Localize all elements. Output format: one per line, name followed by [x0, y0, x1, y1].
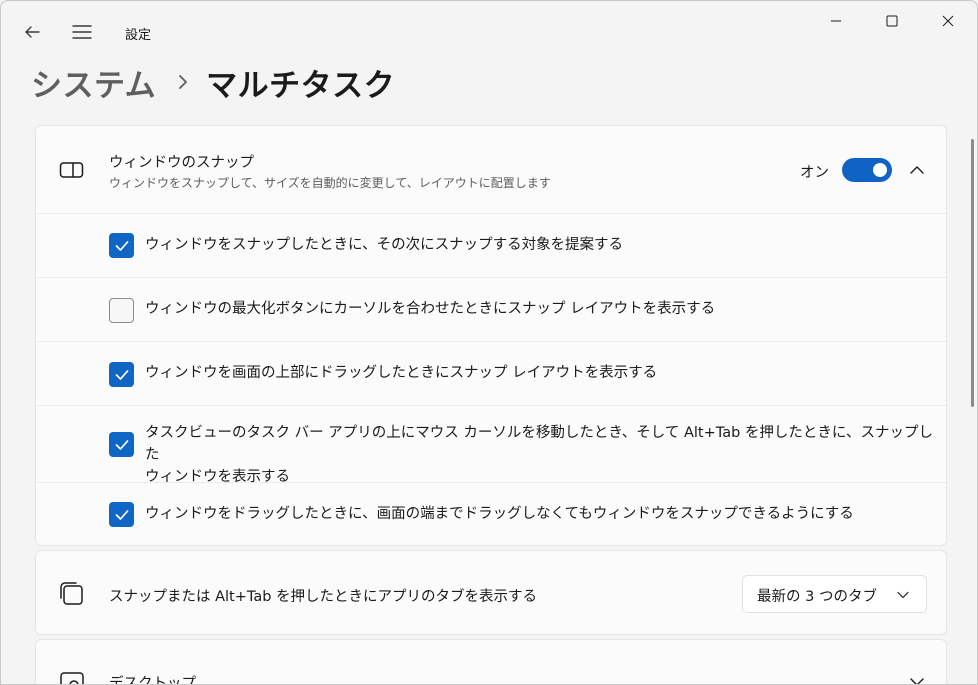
title-bar: 設定: [1, 1, 977, 63]
expand-button[interactable]: [905, 670, 929, 684]
back-arrow-icon: [25, 26, 40, 38]
checkbox[interactable]: [109, 502, 134, 527]
chevron-right-icon: [178, 74, 188, 90]
chevron-down-icon: [910, 678, 924, 684]
snap-windows-description: ウィンドウをスナップして、サイズを自動的に変更して、レイアウトに配置します: [109, 176, 551, 190]
checkbox-label-line-1: タスクビューのタスク バー アプリの上にマウス カーソルを移動したとき、そして …: [145, 425, 933, 463]
snap-windows-title: ウィンドウのスナップ: [109, 155, 254, 171]
page-title: マルチタスク: [206, 67, 396, 104]
snap-layout-icon: [58, 156, 86, 184]
close-button[interactable]: [919, 1, 977, 41]
desktop-icon: [58, 668, 86, 684]
snap-windows-toggle[interactable]: [842, 158, 892, 182]
checkbox-label: ウィンドウをドラッグしたときに、画面の端までドラッグしなくてもウィンドウをスナッ…: [145, 506, 854, 522]
snap-option-maximize-hover[interactable]: ウィンドウの最大化ボタンにカーソルを合わせたときにスナップ レイアウトを表示する: [36, 277, 946, 341]
snap-toggle-state-label: オン: [800, 165, 829, 181]
checkmark-icon: [115, 439, 128, 450]
snap-windows-header[interactable]: ウィンドウのスナップ ウィンドウをスナップして、サイズを自動的に変更して、レイア…: [36, 126, 946, 213]
minimize-icon: [831, 20, 841, 22]
back-button[interactable]: [15, 15, 49, 49]
desktops-title: デスクトップ: [109, 676, 196, 685]
breadcrumb: システム マルチタスク: [31, 59, 395, 105]
app-tabs-icon: [58, 580, 86, 608]
navigation-menu-button[interactable]: [65, 15, 99, 49]
app-title: 設定: [125, 28, 152, 43]
checkmark-icon: [115, 369, 128, 380]
dropdown-selected-value: 最新の 3 つのタブ: [757, 589, 877, 605]
chevron-up-icon: [910, 166, 924, 174]
maximize-icon: [886, 15, 898, 27]
alt-tab-title: スナップまたは Alt+Tab を押したときにアプリのタブを表示する: [109, 589, 538, 605]
desktops-card[interactable]: デスクトップ: [35, 639, 947, 685]
maximize-button[interactable]: [863, 1, 921, 41]
checkmark-icon: [115, 240, 128, 251]
close-icon: [942, 15, 954, 27]
vertical-scrollbar[interactable]: [971, 139, 974, 407]
collapse-button[interactable]: [905, 158, 929, 182]
chevron-down-icon: [893, 585, 913, 605]
toggle-knob: [873, 163, 887, 177]
snap-option-drag-top[interactable]: ウィンドウを画面の上部にドラッグしたときにスナップ レイアウトを表示する: [36, 341, 946, 405]
checkbox-label: ウィンドウを画面の上部にドラッグしたときにスナップ レイアウトを表示する: [145, 365, 658, 381]
alt-tab-card: スナップまたは Alt+Tab を押したときにアプリのタブを表示する 最新の 3…: [35, 550, 947, 635]
checkbox-label: ウィンドウの最大化ボタンにカーソルを合わせたときにスナップ レイアウトを表示する: [145, 301, 716, 317]
snap-option-suggest-next[interactable]: ウィンドウをスナップしたときに、その次にスナップする対象を提案する: [36, 213, 946, 277]
checkbox[interactable]: [109, 233, 134, 258]
checkbox[interactable]: [109, 298, 134, 323]
breadcrumb-parent-system[interactable]: システム: [31, 60, 156, 105]
minimize-button[interactable]: [807, 1, 865, 41]
settings-window: 設定 システム マルチタスク ウィンドウのスナップ ウィンドウをスナップして、サ…: [0, 0, 978, 685]
snap-option-drag-without-edge[interactable]: ウィンドウをドラッグしたときに、画面の端までドラッグしなくてもウィンドウをスナッ…: [36, 482, 946, 546]
checkbox[interactable]: [109, 362, 134, 387]
snap-option-show-snapped-windows[interactable]: タスクビューのタスク バー アプリの上にマウス カーソルを移動したとき、そして …: [36, 405, 946, 485]
hamburger-menu-icon: [72, 25, 92, 39]
alt-tab-tabs-dropdown[interactable]: 最新の 3 つのタブ: [742, 575, 927, 613]
checkmark-icon: [115, 509, 128, 520]
checkbox-label: ウィンドウをスナップしたときに、その次にスナップする対象を提案する: [145, 237, 624, 253]
snap-windows-card: ウィンドウのスナップ ウィンドウをスナップして、サイズを自動的に変更して、レイア…: [35, 125, 947, 546]
checkbox-label: タスクビューのタスク バー アプリの上にマウス カーソルを移動したとき、そして …: [145, 422, 935, 488]
checkbox[interactable]: [109, 432, 134, 457]
